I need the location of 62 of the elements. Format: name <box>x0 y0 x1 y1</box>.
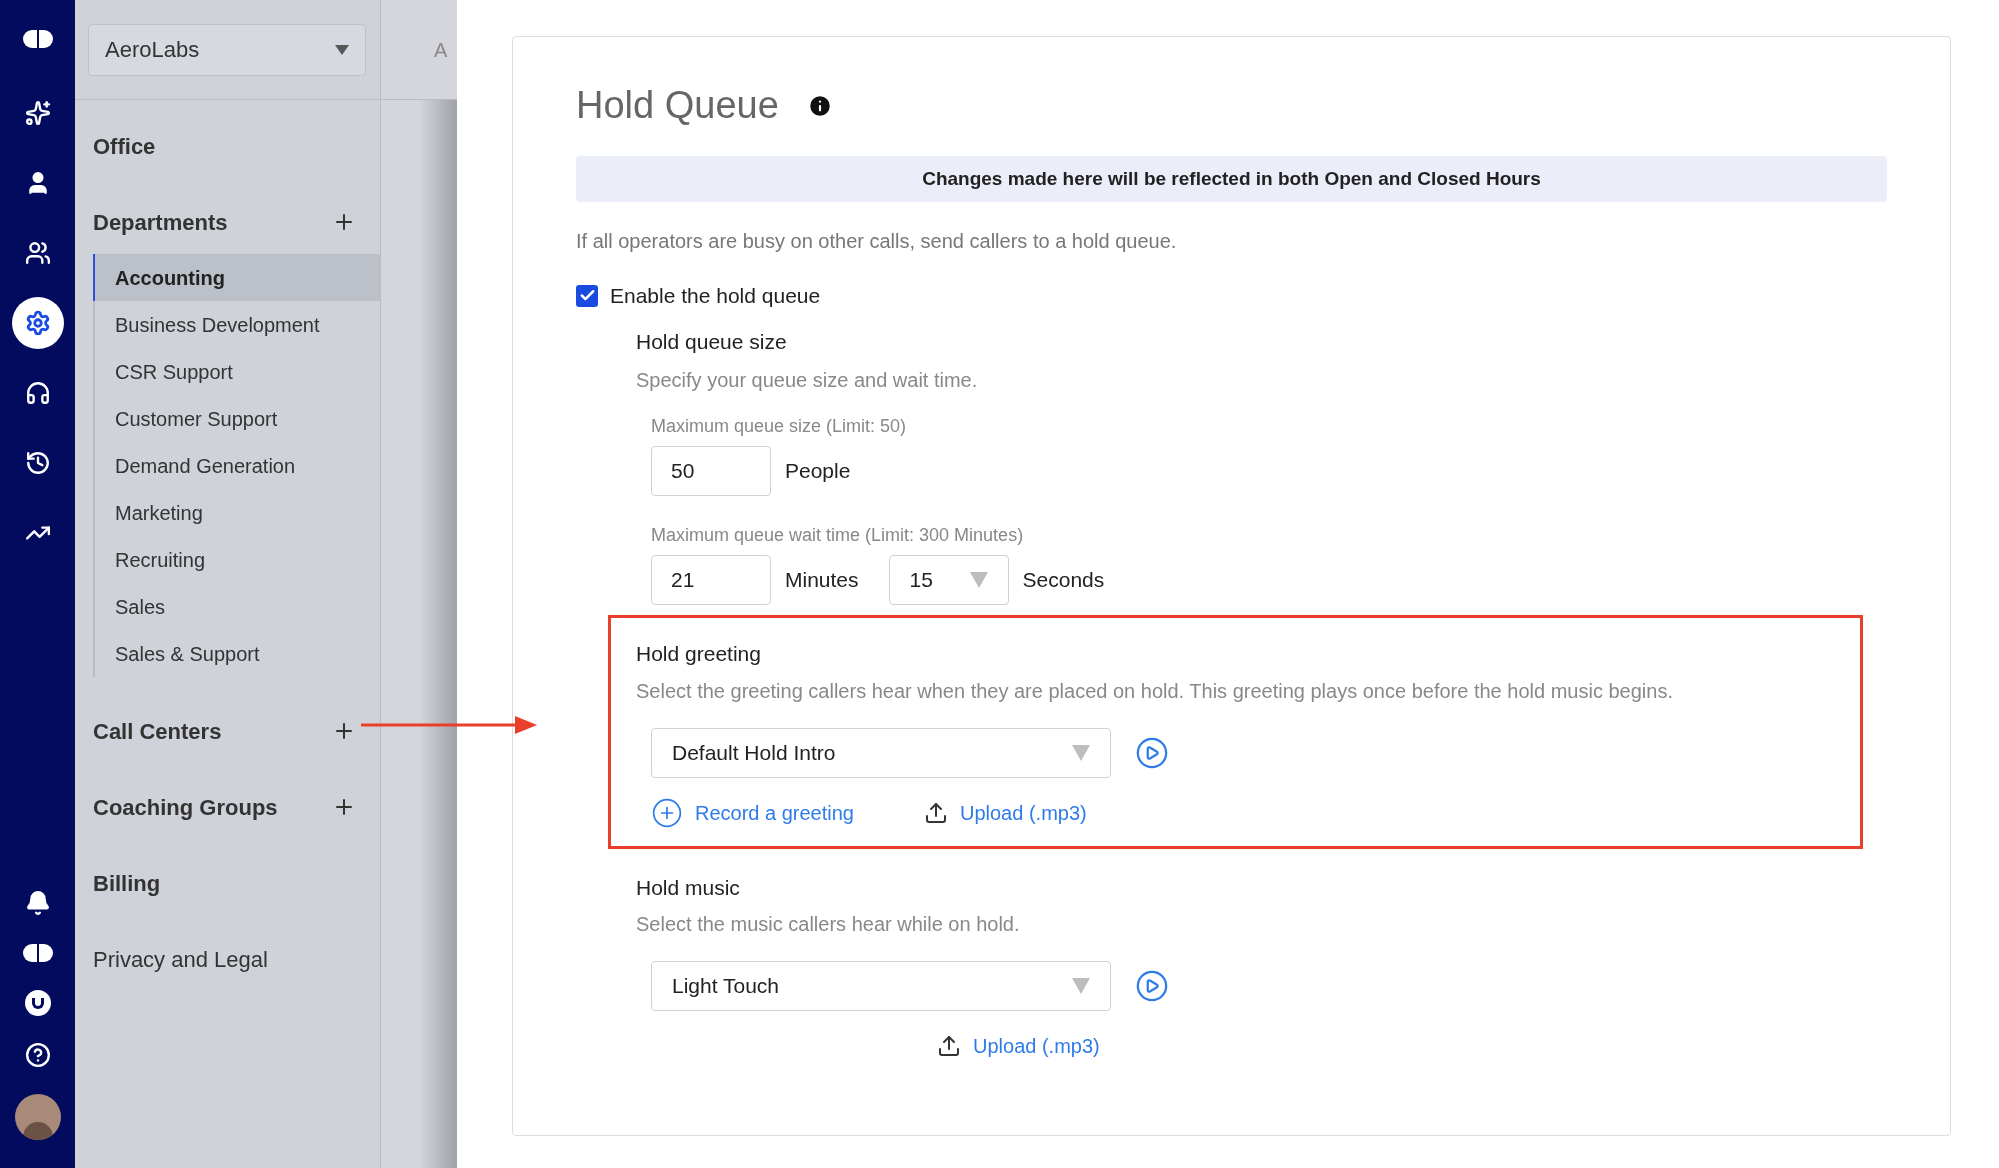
headset-icon[interactable] <box>24 380 51 406</box>
department-item[interactable]: Demand Generation <box>93 442 380 489</box>
sparkle-icon[interactable] <box>24 100 51 126</box>
checkbox[interactable] <box>576 284 598 307</box>
bell-icon[interactable] <box>24 890 51 916</box>
info-banner: Changes made here will be reflected in both Open and Closed Hours <box>576 156 1887 202</box>
department-item[interactable]: Recruiting <box>93 536 380 583</box>
settings-icon <box>24 310 51 336</box>
section-title: Hold queue size <box>636 328 788 355</box>
logo-icon <box>20 28 55 50</box>
upload-icon <box>937 1034 961 1058</box>
people-icon[interactable] <box>24 240 51 266</box>
help-icon[interactable] <box>24 1042 51 1068</box>
department-item[interactable]: Accounting <box>93 254 380 301</box>
account-dropdown[interactable]: AeroLabs <box>88 23 366 76</box>
field-label: Maximum queue wait time (Limit: 300 Minutes) <box>651 524 1025 547</box>
nav-section-link[interactable]: Office <box>93 129 156 163</box>
section-subtitle: Specify your queue size and wait time. <box>636 368 979 393</box>
section-title: Hold music <box>636 874 741 901</box>
header-text: A <box>434 37 450 63</box>
department-item[interactable]: CSR Support <box>93 348 380 395</box>
caret-icon <box>335 44 349 55</box>
avatar[interactable] <box>14 1094 61 1140</box>
history-icon[interactable] <box>24 450 51 476</box>
nav-section-link[interactable]: Billing <box>93 866 161 900</box>
nav-section-link[interactable]: Departments <box>93 205 228 239</box>
upload-icon <box>924 800 948 825</box>
nav-section-link[interactable]: Privacy and Legal <box>93 942 268 976</box>
department-item[interactable]: Customer Support <box>93 395 380 442</box>
description-text: If all operators are busy on other calls, send callers to a hold queue. <box>576 229 1178 254</box>
card-title: Hold Queue <box>576 83 779 128</box>
audio-dropdown[interactable]: Light Touch <box>651 961 1111 1011</box>
section-subtitle: Select the greeting callers hear when they are placed on hold. This greeting plays once before the hold music begins. <box>636 678 1674 704</box>
unit-label: People <box>785 458 851 485</box>
caret-icon <box>1072 744 1090 761</box>
checkbox-label: Enable the hold queue <box>610 283 821 309</box>
unit-label: Seconds <box>1022 567 1105 594</box>
play-icon[interactable] <box>1135 735 1169 770</box>
section-title: Hold greeting <box>636 641 762 667</box>
logo-icon <box>20 942 55 964</box>
minutes-field[interactable]: 21 <box>651 555 771 605</box>
section-subtitle: Select the music callers hear while on hold. <box>636 912 1021 937</box>
department-item[interactable]: Marketing <box>93 489 380 536</box>
field-label: Maximum queue size (Limit: 50) <box>651 415 908 438</box>
audio-dropdown[interactable]: Default Hold Intro <box>651 727 1111 778</box>
plus-circle-icon <box>651 796 683 829</box>
queue-size-field[interactable]: 50 <box>651 446 771 496</box>
department-item[interactable]: Business Development <box>93 301 380 348</box>
u-badge-icon[interactable] <box>24 990 51 1016</box>
department-item[interactable]: Sales <box>93 583 380 630</box>
play-icon[interactable] <box>1135 969 1169 1003</box>
caret-icon <box>1072 978 1090 994</box>
unit-label: Minutes <box>785 567 859 594</box>
upload-link[interactable]: Upload (.mp3) <box>937 1031 1100 1061</box>
nav-section-link[interactable]: Call Centers <box>93 714 222 748</box>
seconds-dropdown[interactable]: 15 <box>888 555 1009 605</box>
caret-icon <box>969 572 988 588</box>
upload-link[interactable]: Upload (.mp3) <box>924 797 1087 828</box>
record-link[interactable]: Record a greeting <box>651 796 854 829</box>
department-item[interactable]: Sales & Support <box>93 630 380 677</box>
nav-section-link[interactable]: Coaching Groups <box>93 790 278 824</box>
rail-item-selected[interactable] <box>11 297 64 349</box>
